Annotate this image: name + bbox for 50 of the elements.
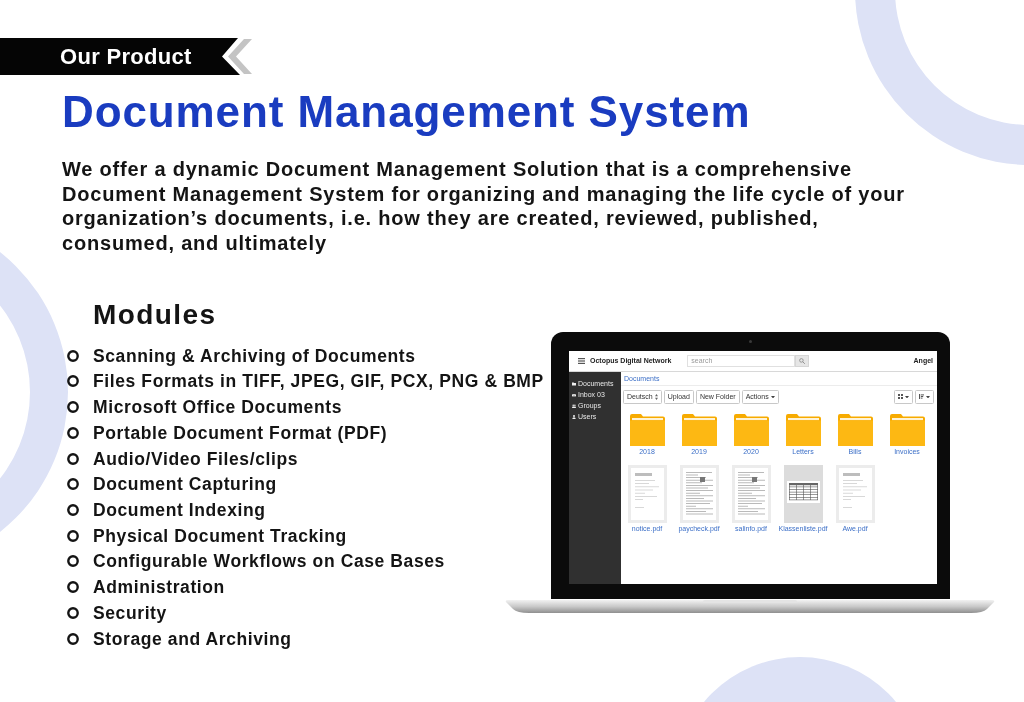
bullet-icon — [67, 426, 79, 439]
page-title: Document Management System — [62, 87, 751, 137]
bullet-icon — [67, 555, 79, 568]
grid-icon — [898, 394, 903, 400]
bullet-icon — [67, 504, 79, 516]
caret-icon — [905, 395, 909, 399]
bullet-icon — [67, 632, 79, 645]
sort-button[interactable] — [915, 389, 934, 404]
modules-heading: Modules — [93, 297, 217, 332]
bullet-icon — [67, 349, 79, 362]
sort-icon — [919, 394, 924, 400]
folder-icon[interactable] — [785, 412, 821, 446]
bullet-icon — [67, 452, 79, 465]
intro-paragraph: We offer a dynamic Document Management Solution that is a comprehensive Document Management System for organizing and managing the life cycle of your organization’s documents, i.e. how they are created, reviewed, published, consumed, and ultimately — [62, 157, 906, 256]
folder-icon[interactable] — [629, 412, 665, 446]
bullet-icon — [67, 478, 79, 491]
folder-icon[interactable] — [733, 412, 769, 446]
bullet-icon — [67, 529, 79, 542]
folder-icon[interactable] — [837, 412, 873, 446]
module-item: Administration — [93, 577, 225, 598]
module-item: Files Formats in TIFF, JPEG, GIF, PCX, PNG & BMP — [93, 371, 544, 392]
module-item: Document Capturing — [93, 474, 277, 495]
view-toggle-button[interactable] — [894, 389, 913, 404]
camera-icon — [749, 339, 752, 343]
module-item: Microsoft Office Documents — [93, 397, 342, 418]
section-ribbon: Our Product — [0, 38, 252, 75]
menu-icon[interactable] — [578, 357, 585, 364]
caret-icon — [926, 395, 930, 399]
bullet-icon — [67, 401, 79, 414]
user-icon — [572, 415, 576, 420]
folder-icon[interactable] — [681, 412, 717, 446]
document-preview-drawing[interactable] — [783, 464, 823, 523]
module-item: Storage and Archiving — [93, 628, 292, 649]
module-item: Portable Document Format (PDF) — [93, 422, 388, 443]
envelope-icon — [572, 393, 576, 398]
module-item: Configurable Workflows on Case Bases — [93, 551, 445, 572]
search-button[interactable] — [795, 354, 810, 367]
bullet-icon — [67, 375, 79, 388]
module-item: Security — [93, 602, 167, 623]
bullet-icon — [67, 581, 79, 594]
search-icon — [799, 357, 806, 364]
up-down-arrows-icon — [654, 392, 658, 401]
group-icon — [572, 404, 576, 409]
module-item: Scanning & Archiving of Documents — [93, 345, 416, 366]
module-item: Audio/Video Files/clips — [93, 448, 299, 469]
folder-icon[interactable] — [889, 412, 925, 446]
module-item: Document Indexing — [93, 500, 266, 520]
folder-icon — [572, 382, 576, 387]
bullet-icon — [67, 606, 79, 619]
module-item: Physical Document Tracking — [93, 525, 347, 546]
